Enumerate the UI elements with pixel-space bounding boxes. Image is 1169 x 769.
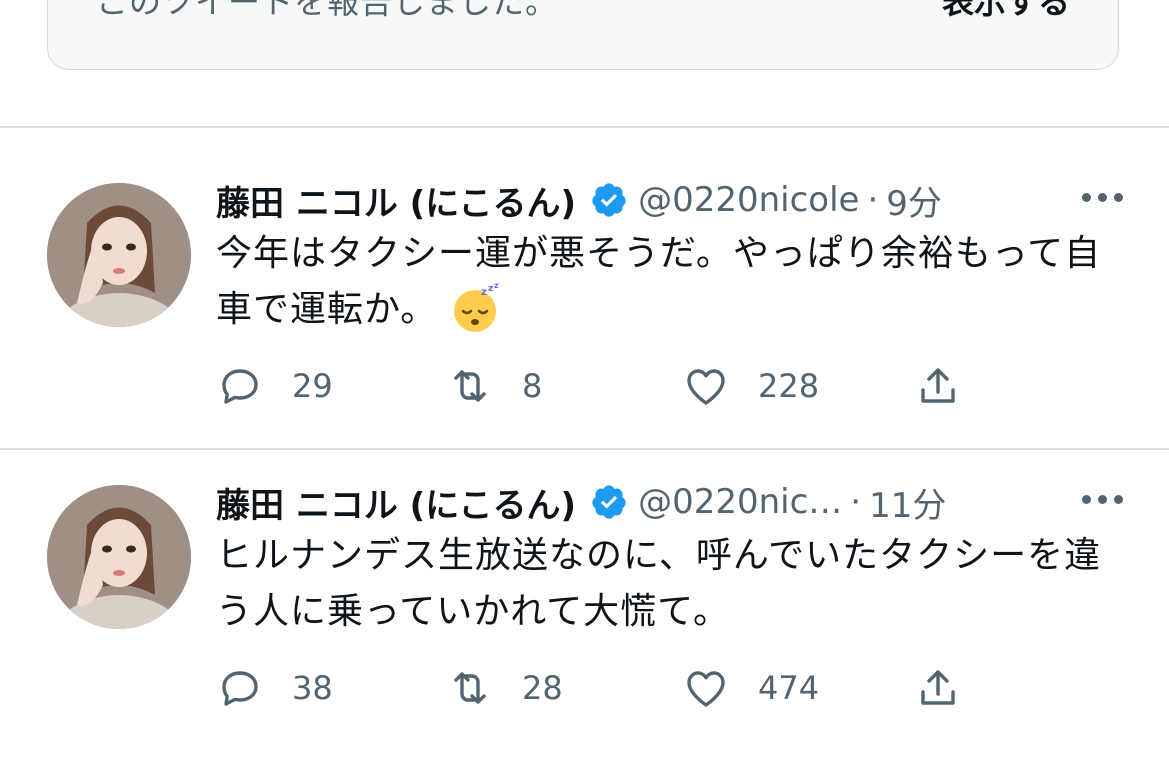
share-button[interactable] (914, 358, 962, 414)
like-button[interactable]: 228 (682, 358, 819, 414)
display-name[interactable]: 藤田 ニコル (にこるん) (216, 176, 576, 225)
retweet-icon (454, 370, 486, 402)
tweet[interactable]: 藤田 ニコル (にこるん) @0220nic… · 11分 ヒルナンデス生放送な… (0, 428, 1169, 728)
reply-count: 38 (292, 669, 333, 707)
show-tweet-button[interactable]: 表示する (942, 0, 1070, 23)
like-count: 228 (758, 367, 820, 405)
avatar[interactable] (47, 485, 191, 629)
verified-badge-icon (592, 183, 626, 217)
more-options-icon[interactable] (1082, 193, 1123, 202)
reply-icon (222, 671, 258, 706)
tweet-header: 藤田 ニコル (にこるん) @0220nicole · 9分 (216, 176, 1149, 224)
tweet-text: 今年はタクシー運が悪そうだ。やっぱり余裕もって自車で運転か。 z z z (216, 226, 1136, 338)
tweet-text-content: ヒルナンデス生放送なのに、呼んでいたタクシーを違う人に乗っていかれて大慌て。 (216, 535, 1102, 632)
retweet-icon (454, 672, 486, 704)
retweet-count: 8 (522, 367, 543, 405)
heart-icon (687, 671, 725, 707)
like-button[interactable]: 474 (682, 660, 819, 716)
share-icon (921, 368, 955, 403)
timestamp[interactable]: 11分 (869, 478, 946, 527)
like-count: 474 (758, 669, 820, 707)
separator: · (850, 482, 862, 522)
retweet-button[interactable]: 28 (446, 660, 563, 716)
svg-text:z: z (481, 287, 488, 298)
tweet-actions: 29 8 228 (216, 358, 976, 414)
retweet-count: 28 (522, 669, 563, 707)
heart-icon (687, 369, 725, 405)
share-button[interactable] (914, 660, 962, 716)
tweet-actions: 38 28 474 (216, 660, 976, 716)
avatar[interactable] (47, 183, 191, 327)
share-icon (921, 670, 955, 705)
tweet-text-content: 今年はタクシー運が悪そうだ。やっぱり余裕もって自車で運転か。 (216, 233, 1102, 330)
display-name[interactable]: 藤田 ニコル (にこるん) (216, 478, 576, 527)
tweet-header: 藤田 ニコル (にこるん) @0220nic… · 11分 (216, 478, 1149, 526)
notice-text: このツイートを報告しました。 (96, 0, 559, 21)
tweet-text: ヒルナンデス生放送なのに、呼んでいたタクシーを違う人に乗っていかれて大慌て。 (216, 528, 1136, 640)
verified-badge-icon (592, 485, 626, 519)
reply-button[interactable]: 29 (216, 358, 333, 414)
tweet[interactable]: 藤田 ニコル (にこるん) @0220nicole · 9分 今年はタクシー運が… (0, 126, 1169, 426)
handle[interactable]: @0220nic… (638, 482, 842, 522)
reported-tweet-notice: このツイートを報告しました。 表示する (47, 0, 1119, 70)
sleeping-face-icon: z z z (454, 281, 500, 332)
reply-count: 29 (292, 367, 333, 405)
separator: · (867, 180, 879, 220)
handle[interactable]: @0220nicole (638, 180, 859, 220)
reply-icon (222, 369, 258, 404)
timestamp[interactable]: 9分 (886, 176, 942, 225)
svg-text:z: z (494, 281, 500, 290)
retweet-button[interactable]: 8 (446, 358, 542, 414)
more-options-icon[interactable] (1082, 495, 1123, 504)
reply-button[interactable]: 38 (216, 660, 333, 716)
